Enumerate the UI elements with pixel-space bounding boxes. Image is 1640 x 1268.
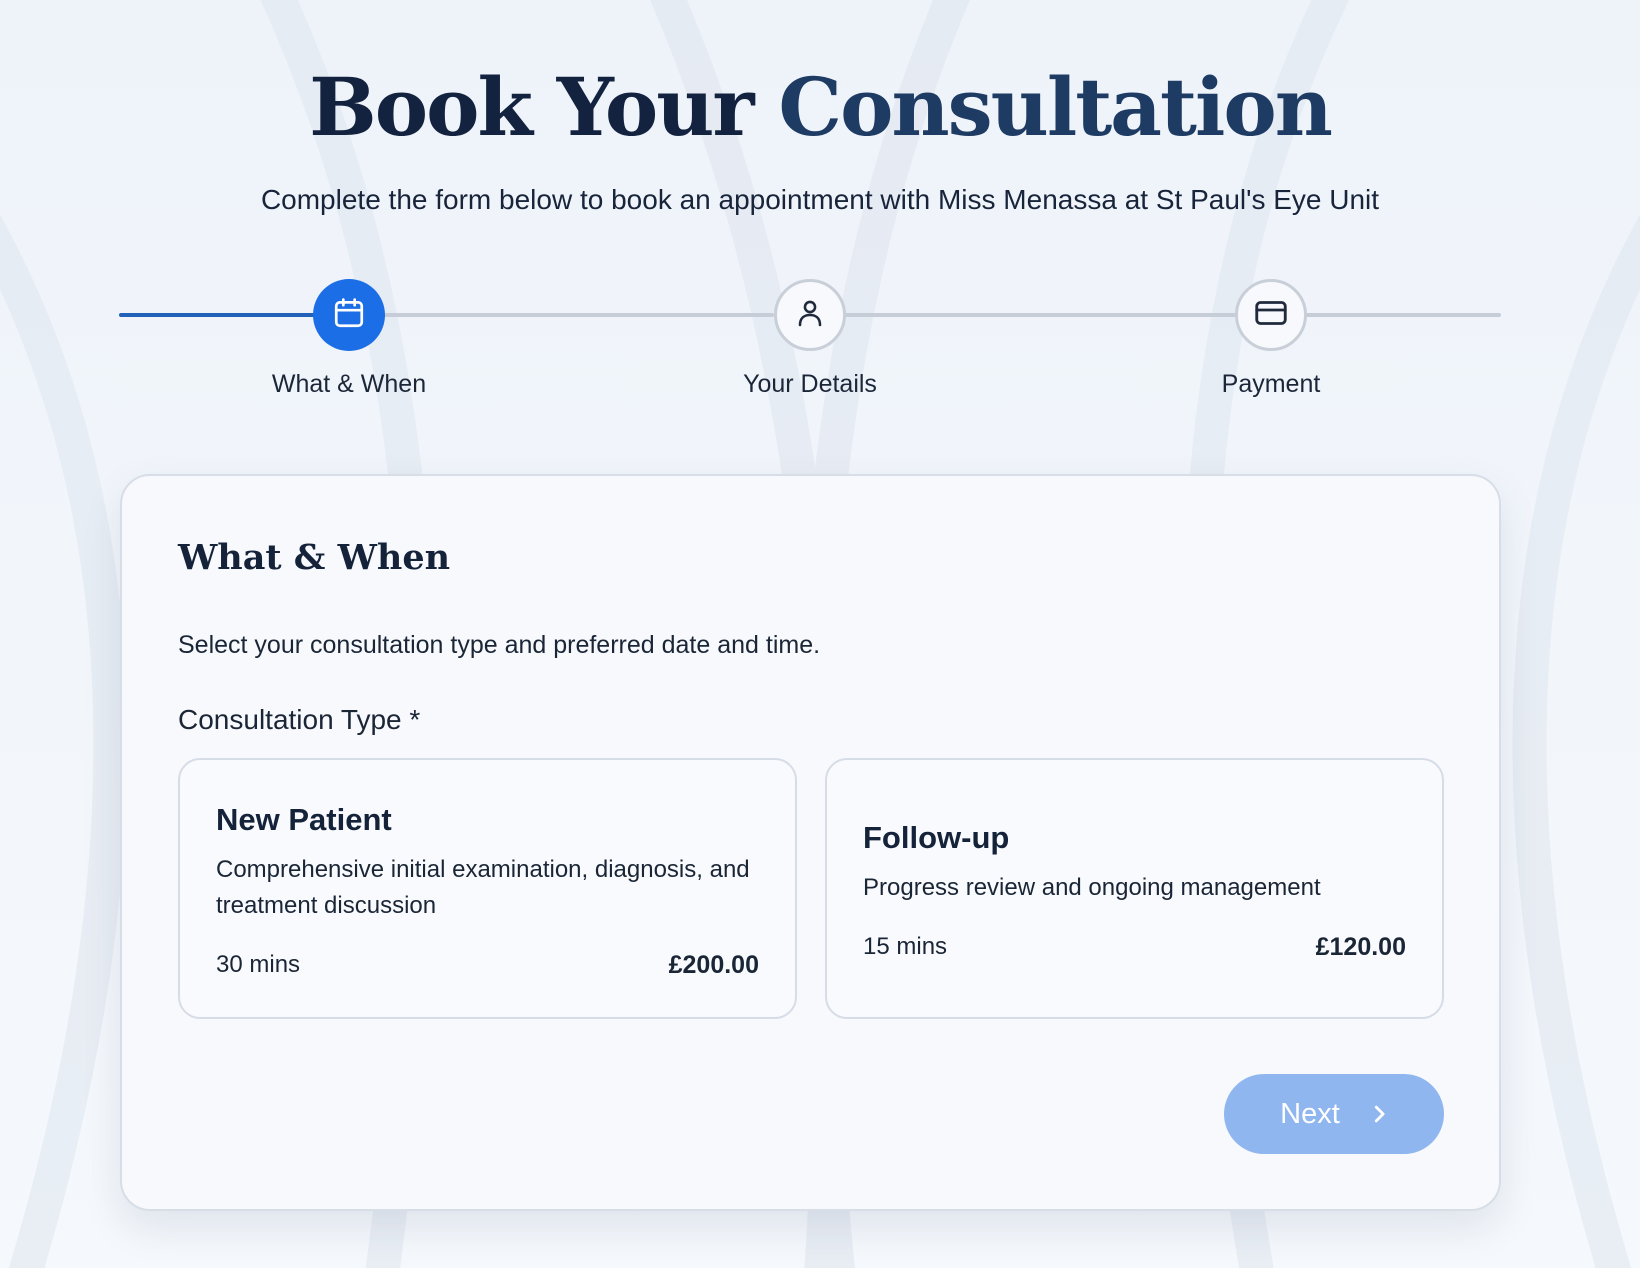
step-your-details[interactable] (774, 279, 846, 351)
step-label-payment: Payment (1221, 370, 1321, 398)
stepper-track-completed (119, 313, 319, 317)
stepper-track-pending (382, 313, 774, 317)
option-price: £120.00 (1315, 933, 1406, 961)
section-title: What & When (178, 537, 451, 578)
consultation-type-label: Consultation Type * (178, 704, 421, 735)
option-description: Comprehensive initial examination, diagn… (216, 856, 750, 919)
step-payment[interactable] (1235, 279, 1307, 351)
step-label-your-details: Your Details (743, 370, 877, 398)
step-what-when[interactable] (313, 279, 385, 351)
consultation-option-new-patient[interactable]: New Patient Comprehensive initial examin… (178, 758, 797, 1019)
next-button-label: Next (1280, 1097, 1340, 1130)
option-price: £200.00 (668, 951, 759, 979)
booking-stepper: What & When Your Details Payment (0, 0, 1640, 420)
chevron-right-icon (1370, 1103, 1388, 1125)
credit-card-icon (1253, 295, 1289, 336)
section-description: Select your consultation type and prefer… (178, 631, 821, 659)
option-title: Follow-up (863, 820, 1010, 855)
booking-form-card: What & When Select your consultation typ… (120, 474, 1501, 1211)
consultation-option-follow-up[interactable]: Follow-up Progress review and ongoing ma… (825, 758, 1444, 1019)
calendar-icon (332, 296, 366, 335)
option-duration: 30 mins (216, 951, 301, 978)
step-label-what-when: What & When (271, 370, 427, 398)
option-description: Progress review and ongoing management (863, 874, 1321, 901)
user-icon (794, 297, 826, 334)
next-button[interactable]: Next (1224, 1074, 1444, 1154)
stepper-track-pending (1304, 313, 1501, 317)
stepper-track-pending (842, 313, 1238, 317)
option-title: New Patient (216, 802, 392, 837)
option-duration: 15 mins (863, 933, 948, 960)
